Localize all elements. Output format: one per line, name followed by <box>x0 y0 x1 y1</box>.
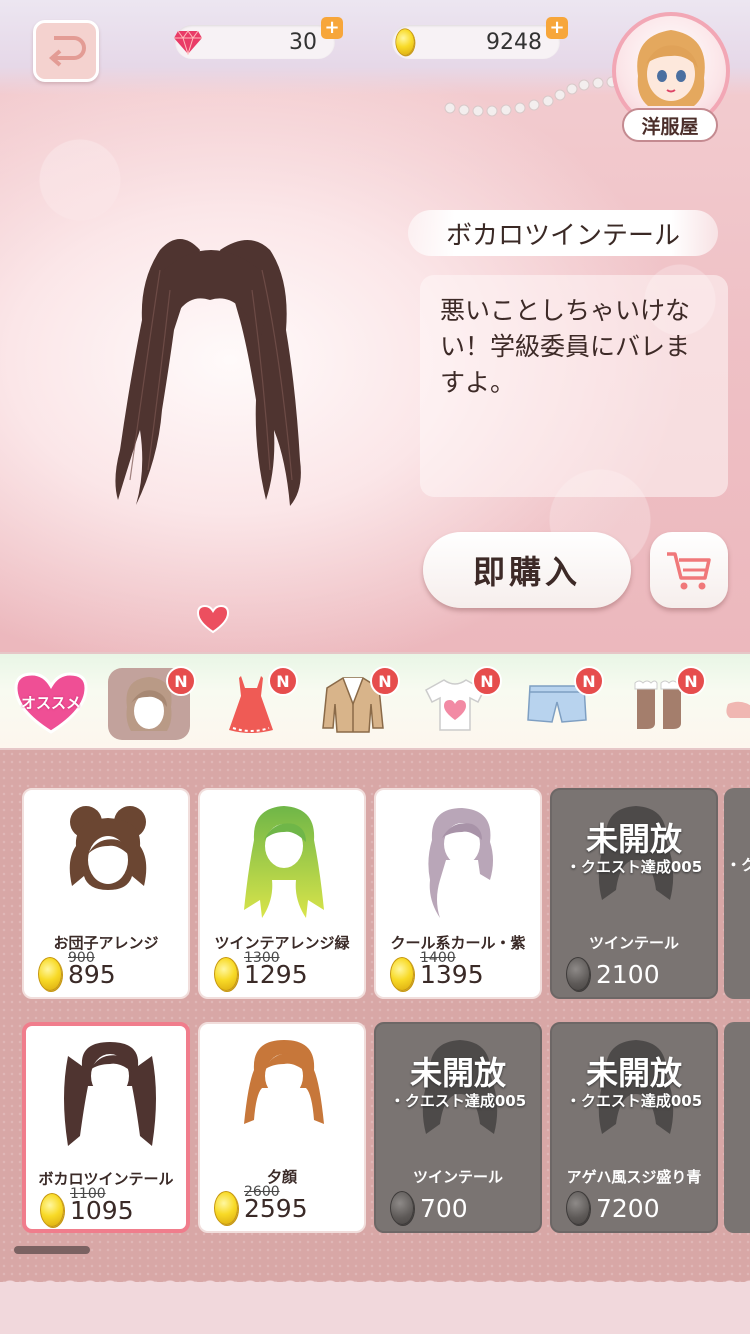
coin-icon <box>38 957 62 991</box>
item-name: お団子アレンジ <box>53 934 159 952</box>
unlock-condition: ・クエスト達成005 <box>565 1092 703 1110</box>
item-card[interactable]: ツインテアレンジ緑 1300 1295 <box>198 788 366 999</box>
item-price: 1395 <box>420 959 484 989</box>
back-button[interactable] <box>33 20 99 82</box>
item-name: ツインテアレンジ緑 <box>214 934 350 952</box>
coin-icon <box>390 957 414 991</box>
locked-item-card[interactable]: 未開放 ・クエスト達成005 アゲハ風スジ盛り青 7200 <box>550 1022 718 1233</box>
coin-count: 9248 <box>486 29 542 55</box>
new-badge: N <box>370 666 400 696</box>
tab-shoes[interactable] <box>718 668 750 740</box>
new-badge: N <box>268 666 298 696</box>
item-name: ツインテール <box>412 1168 503 1186</box>
gem-count: 30 <box>289 29 317 55</box>
hair-thumbnail-icon <box>428 808 493 918</box>
shoe-icon <box>726 701 750 718</box>
unlock-condition: ・ク <box>726 856 750 874</box>
coin-icon <box>214 957 238 991</box>
item-name: 夕顔 <box>266 1168 297 1186</box>
favorite-heart-icon[interactable] <box>196 604 230 634</box>
coin-icon <box>214 1191 238 1225</box>
item-name: ツインテール <box>588 934 679 952</box>
item-preview-panel: 30 + 9248 + 洋服屋 ボカロツインテール 悪いことしちゃいけない！学級… <box>0 0 750 652</box>
locked-label: 未開放 <box>585 1054 682 1092</box>
bottom-lace-decoration <box>0 1274 750 1334</box>
item-price: 2595 <box>244 1193 308 1223</box>
cart-button[interactable] <box>650 532 728 608</box>
tab-recommended[interactable]: オススメ <box>12 670 90 736</box>
unlock-condition: ・クエスト達成005 <box>565 858 703 876</box>
locked-label: 未開放 <box>585 820 682 858</box>
item-name: アゲハ風スジ盛り青 <box>566 1168 702 1186</box>
item-price: 1095 <box>70 1195 134 1225</box>
hair-thumbnail-icon <box>69 806 147 890</box>
return-arrow-icon <box>48 36 86 67</box>
coin-icon <box>566 957 590 991</box>
item-name-banner: ボカロツインテール <box>408 210 718 256</box>
item-card[interactable]: 夕顔 2600 2595 <box>198 1022 366 1233</box>
hair-thumbnail-icon <box>244 806 324 918</box>
item-card-selected[interactable]: ボカロツインテール 1100 1095 <box>22 1022 190 1233</box>
locked-item-card[interactable]: 未開放 ・クエスト達成005 ツインテール 700 <box>374 1022 542 1233</box>
new-badge: N <box>574 666 604 696</box>
item-name: クール系カール・紫 <box>390 934 526 952</box>
item-name: ボカロツインテール <box>38 1170 174 1188</box>
unlock-condition: ・クエスト達成005 <box>389 1092 527 1110</box>
locked-item-card-partial[interactable]: ・ク <box>724 788 750 999</box>
tab-outerwear[interactable]: N <box>312 666 400 740</box>
tab-socks[interactable]: N <box>618 666 706 740</box>
item-price: 1295 <box>244 959 308 989</box>
item-price: 2100 <box>596 959 660 989</box>
gem-icon <box>171 25 205 59</box>
item-price: 7200 <box>596 1193 660 1223</box>
pearl-string-decoration <box>444 76 618 117</box>
add-gems-button[interactable]: + <box>321 17 343 39</box>
item-card[interactable]: お団子アレンジ 900 895 <box>22 788 190 999</box>
hair-thumbnail-icon <box>244 1040 324 1124</box>
item-price: 895 <box>68 959 116 989</box>
coin-icon <box>566 1191 590 1225</box>
locked-label: 未開放 <box>409 1054 506 1092</box>
coin-counter[interactable]: 9248 + <box>392 17 568 59</box>
category-tab-bar: オススメ N N N N N N <box>0 652 750 750</box>
new-badge: N <box>472 666 502 696</box>
tab-bottoms[interactable]: N <box>516 666 604 740</box>
tab-dress[interactable]: N <box>210 666 298 740</box>
coin-icon <box>388 25 422 59</box>
tab-recommended-label: オススメ <box>20 694 81 712</box>
locked-item-card[interactable]: 未開放 ・クエスト達成005 ツインテール 2100 <box>550 788 718 999</box>
shopping-cart-icon <box>667 552 711 590</box>
item-grid: お団子アレンジ 900 895 ツインテアレンジ緑 1300 1295 クール系… <box>0 750 750 1334</box>
item-description: 悪いことしちゃいけない！学級委員にバレますよ。 <box>420 275 728 497</box>
coin-icon <box>40 1193 64 1227</box>
item-price: 700 <box>420 1193 468 1223</box>
hair-thumbnail-icon <box>64 1042 156 1146</box>
shop-name-label: 洋服屋 <box>622 108 718 142</box>
new-badge: N <box>676 666 706 696</box>
buy-now-button[interactable]: 即購入 <box>423 532 631 608</box>
locked-item-card-partial[interactable] <box>724 1022 750 1233</box>
horizontal-scrollbar[interactable] <box>14 1246 90 1254</box>
new-badge: N <box>166 666 196 696</box>
item-card[interactable]: クール系カール・紫 1400 1395 <box>374 788 542 999</box>
add-coins-button[interactable]: + <box>546 17 568 39</box>
gem-counter[interactable]: 30 + <box>174 17 343 59</box>
tab-hair[interactable]: N <box>108 666 196 740</box>
tab-tops[interactable]: N <box>414 666 502 740</box>
coin-icon <box>390 1191 414 1225</box>
hair-preview-image <box>115 239 301 506</box>
